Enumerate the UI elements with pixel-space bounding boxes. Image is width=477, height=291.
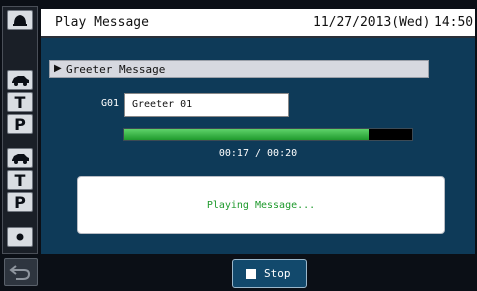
header-time: 14:50 [434,15,474,30]
message-code: G01 [101,98,120,109]
status-box: Playing Message... [77,176,445,234]
sidebar-p-button-1[interactable]: P [7,114,33,134]
stop-button[interactable]: Stop [232,259,307,288]
stop-button-label: Stop [264,267,291,280]
section-label: Greeter Message [66,63,166,76]
car-icon [12,76,29,86]
message-name-field: Greeter 01 [124,93,289,117]
header-bar: Play Message 11/27/2013(Wed) 14:50 [41,9,475,38]
triangle-right-icon: ▶ [54,63,62,74]
bell-button[interactable] [7,10,33,30]
back-arrow-icon [9,265,31,280]
sidebar-car-button-1[interactable] [7,70,33,90]
stop-icon [246,269,256,279]
sidebar: T P T P [2,6,38,254]
progress-fill [124,129,369,140]
section-header: ▶ Greeter Message [49,60,429,78]
sidebar-t-button-1[interactable]: T [7,92,33,112]
sidebar-dot-button[interactable] [7,227,33,247]
back-button[interactable] [4,258,38,286]
car-icon [12,154,29,164]
dot-icon [16,233,24,241]
progress-bar [123,128,413,141]
elapsed-time: 00:17 / 00:20 [218,148,298,159]
status-message: Playing Message... [206,200,316,211]
screen: T P T P Play Message 11/27/2013(Wed) 14:… [0,0,477,291]
sidebar-t-button-2[interactable]: T [7,170,33,190]
bottom-bar: Stop [0,256,477,291]
bell-icon [13,15,27,26]
main-panel: ▶ Greeter Message G01 Greeter 01 00:17 /… [41,38,475,254]
page-title: Play Message [55,15,149,30]
sidebar-car-button-2[interactable] [7,148,33,168]
sidebar-p-button-2[interactable]: P [7,192,33,212]
header-date: 11/27/2013(Wed) [313,15,431,30]
